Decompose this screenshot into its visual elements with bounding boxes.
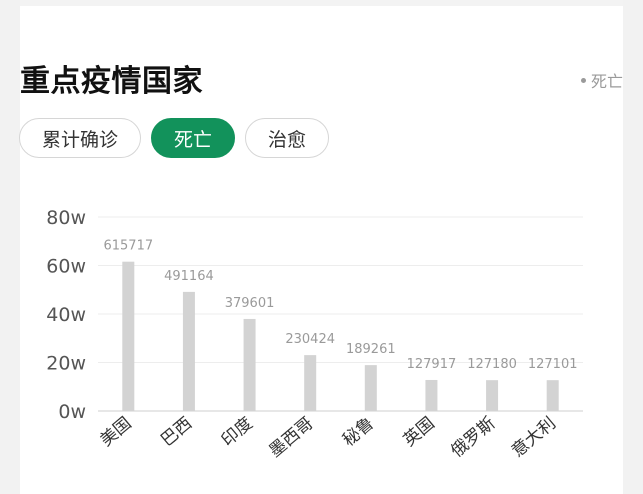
data-label: 491164 [164, 269, 214, 284]
category-label: 墨西哥 [265, 414, 317, 462]
category-label: 印度 [218, 414, 257, 451]
y-tick-label: 0w [58, 401, 86, 423]
bar [182, 291, 195, 411]
bar [122, 261, 135, 411]
bar [243, 318, 256, 411]
data-label: 127917 [407, 357, 457, 372]
category-label: 秘鲁 [339, 414, 378, 451]
y-tick-label: 40w [46, 304, 86, 326]
category-label: 英国 [400, 414, 439, 451]
data-label: 189261 [346, 342, 396, 357]
bar [546, 380, 559, 411]
bar-chart: 0w 20w 40w 60w 80w 615717 美国 491164 巴西 379601 印度 23… [46, 207, 583, 462]
bar [304, 355, 317, 411]
y-tick-label: 20w [46, 353, 86, 375]
data-label: 615717 [103, 239, 153, 254]
category-label: 美国 [97, 414, 136, 451]
category-label: 巴西 [157, 414, 196, 451]
data-label: 379601 [225, 296, 275, 311]
data-label: 230424 [285, 332, 335, 347]
bar [364, 365, 377, 411]
data-label: 127180 [467, 357, 517, 372]
y-tick-label: 80w [46, 207, 86, 229]
y-tick-label: 60w [46, 256, 86, 278]
category-label: 意大利 [508, 414, 560, 462]
bar [425, 379, 438, 411]
category-label: 俄罗斯 [447, 414, 499, 462]
bar [486, 380, 499, 411]
data-label: 127101 [528, 357, 578, 372]
